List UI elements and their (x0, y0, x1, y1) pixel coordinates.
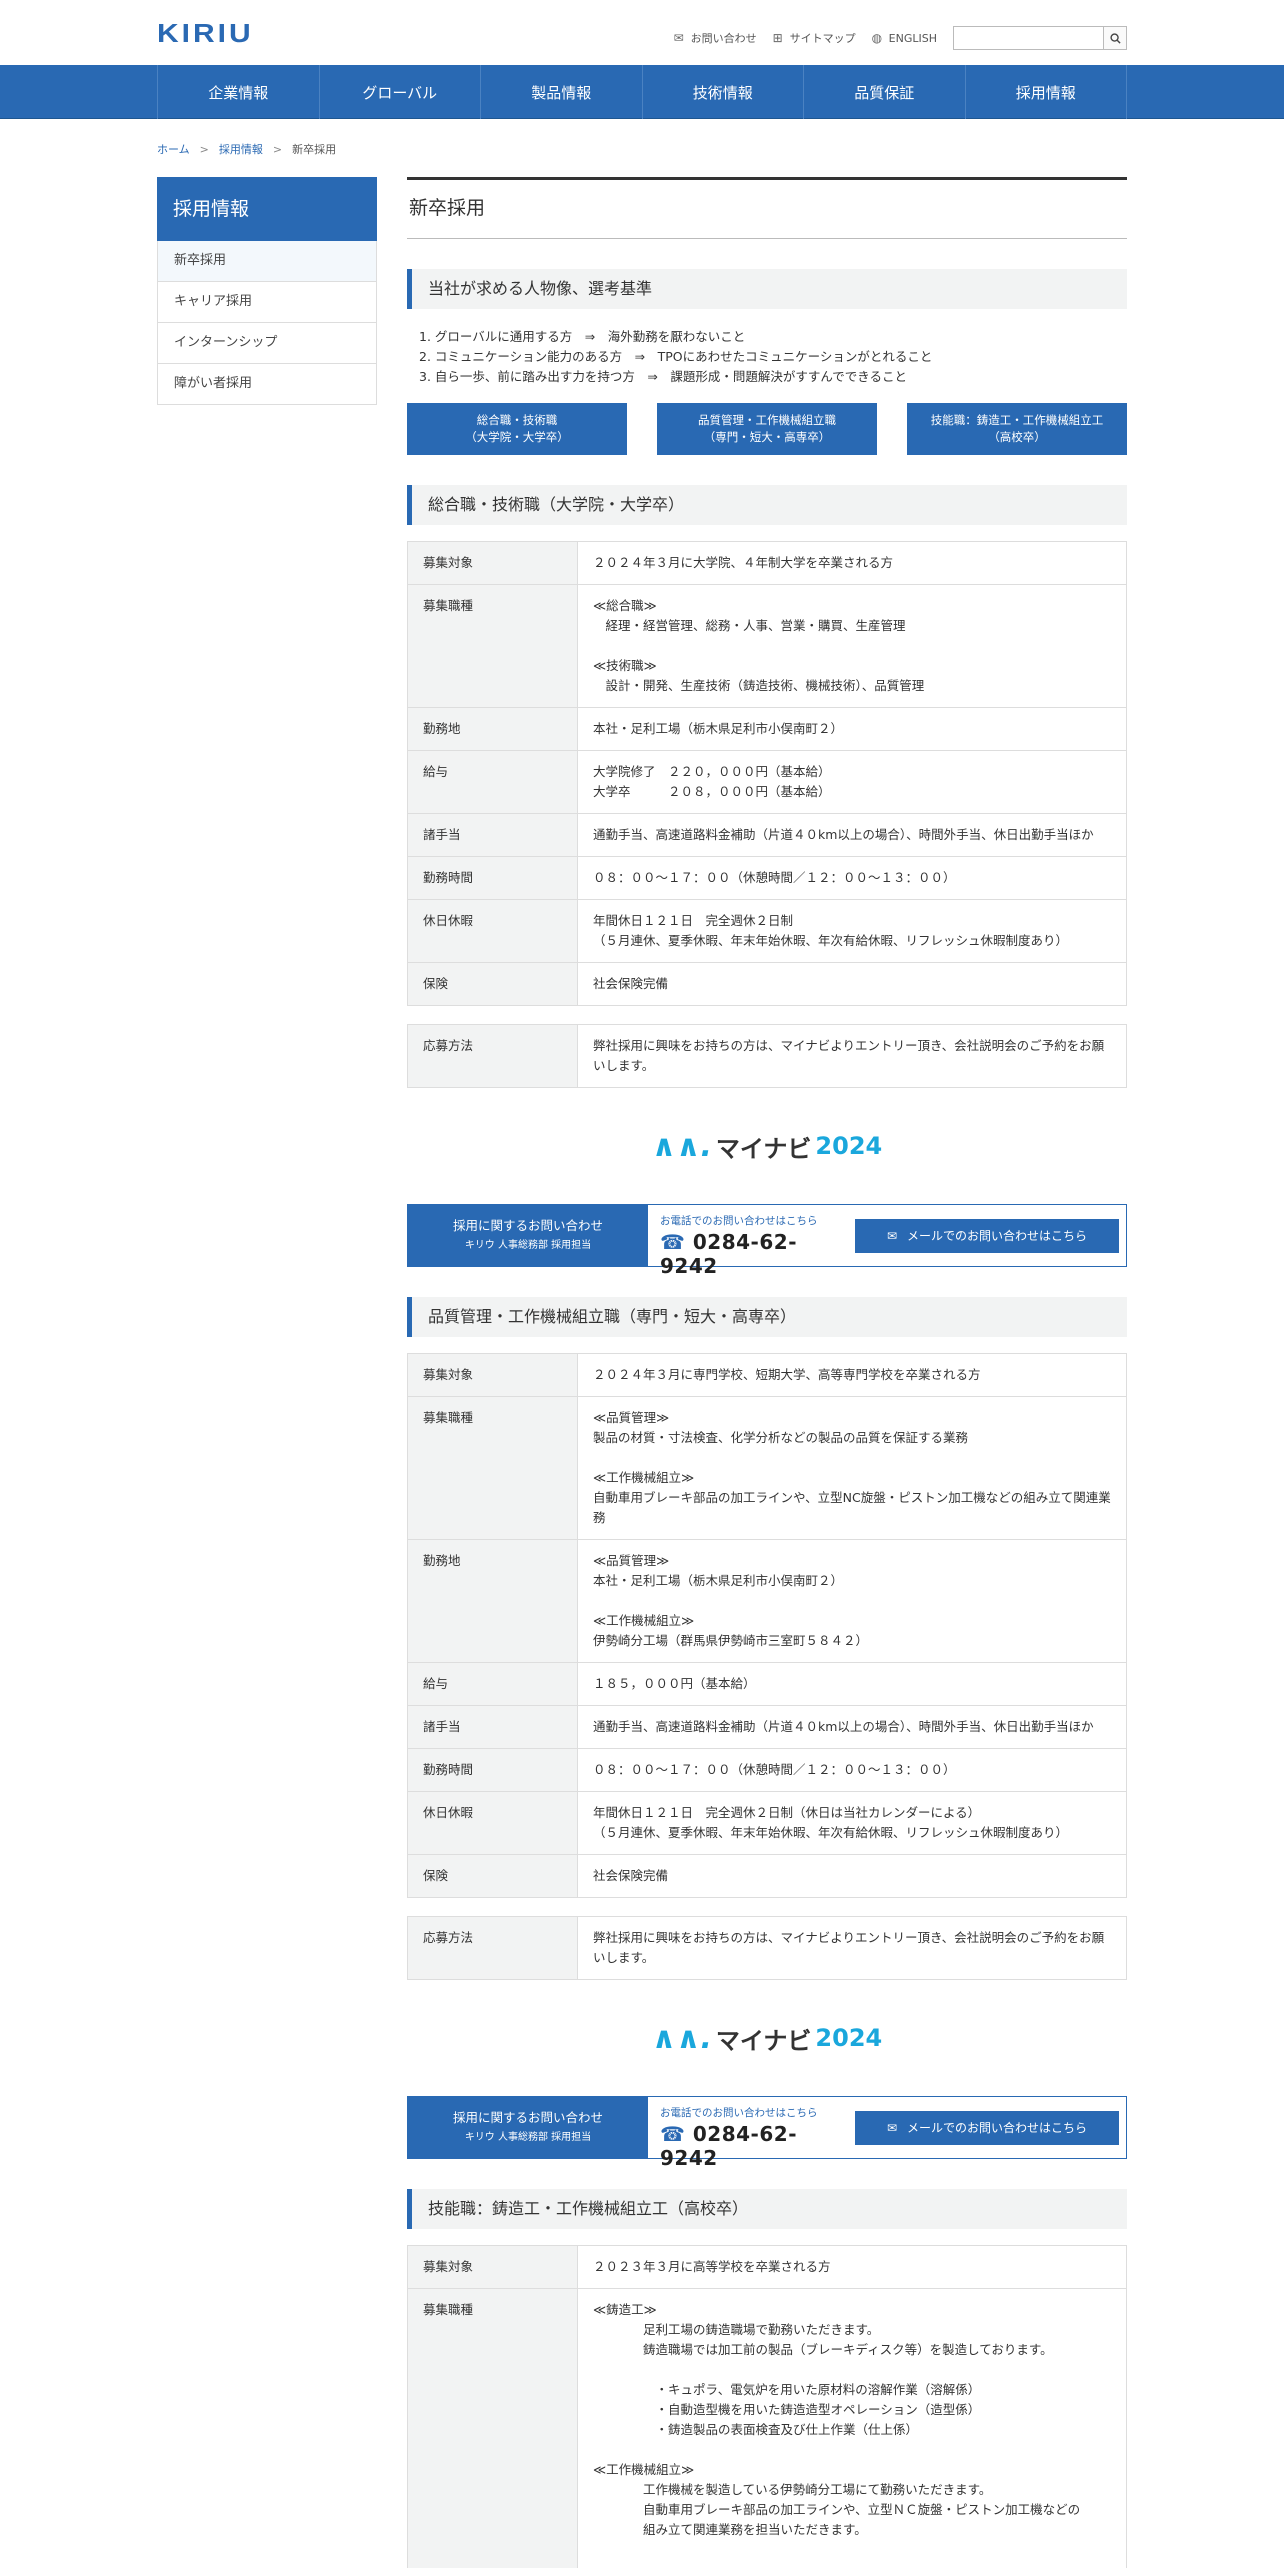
table-row: 応募方法 弊社採用に興味をお持ちの方は、マイナビよりエントリー頂き、会社説明会のご… (407, 1024, 1127, 1088)
utility-links: ✉ お問い合わせ ⊞ サイトマップ ◍ ENGLISH (674, 26, 1127, 50)
job-anchor-buttons: 総合職・技術職 （大学院・大学卒） 品質管理・工作機械組立職 （専門・短大・高専卒）… (407, 403, 1127, 455)
general-technical-button[interactable]: 総合職・技術職 （大学院・大学卒） (407, 403, 627, 455)
sitemap-icon: ⊞ (772, 30, 783, 45)
table-row: 募集職種 ≪総合職≫ 経理・経営管理、総務・人事、営業・購買、生産管理 ≪技術職≫… (407, 584, 1127, 708)
table-row: 勤務地 ≪品質管理≫ 本社・足利工場（栃木県足利市小俣南町２） ≪工作機械組立≫ … (407, 1539, 1127, 1663)
mynavi-logo-mark: ∧∧. (651, 2020, 712, 2056)
job-table-general: 募集対象 ２０２４年３月に大学院、４年制大学を卒業される方 募集職種 ≪総合職≫ 経… (407, 541, 1127, 1006)
search-icon (1109, 32, 1121, 44)
nav-recruit[interactable]: 採用情報 (966, 65, 1127, 119)
mail-icon: ✉ (673, 30, 684, 45)
recruit-contact-box: 採用に関するお問い合わせ キリウ 人事総務部 採用担当 お電話でのお問い合わせはこ… (407, 1204, 1127, 1278)
sidebar-item-new-graduate[interactable]: 新卒採用 (157, 241, 377, 282)
apply-table-general: 応募方法 弊社採用に興味をお持ちの方は、マイナビよりエントリー頂き、会社説明会のご… (407, 1024, 1127, 1088)
page-title: 新卒採用 (407, 177, 1127, 239)
mail-icon: ✉ (886, 2120, 898, 2135)
breadcrumb-home[interactable]: ホーム (157, 143, 190, 156)
sidebar-item-disability[interactable]: 障がい者採用 (157, 364, 377, 405)
phone-number[interactable]: ☎ 0284-62-9242 (660, 2122, 848, 2170)
table-row: 応募方法 弊社採用に興味をお持ちの方は、マイナビよりエントリー頂き、会社説明会のご… (407, 1916, 1127, 1980)
table-row: 保険 社会保険完備 (407, 1854, 1127, 1898)
table-row: 勤務地 本社・足利工場（栃木県足利市小俣南町２） (407, 707, 1127, 751)
contact-link[interactable]: ✉ お問い合わせ (674, 30, 757, 46)
phone-icon: ☎ (660, 1230, 686, 1254)
breadcrumb-recruit[interactable]: 採用情報 (219, 143, 263, 156)
nav-technology[interactable]: 技術情報 (643, 65, 804, 119)
table-row: 給与 大学院修了 ２２０，０００円（基本給） 大学卒 ２０８，０００円（基本給） (407, 750, 1127, 814)
phone-number[interactable]: ☎ 0284-62-9242 (660, 1230, 848, 1278)
job-table-skilled: 募集対象 ２０２３年３月に高等学校を卒業される方 募集職種 ≪鋳造工≫ 足利工場の鋳… (407, 2245, 1127, 2568)
table-row: 休日休暇 年間休日１２１日 完全週休２日制 （５月連休、夏季休暇、年末年始休暇、年… (407, 899, 1127, 963)
mynavi-logo-mark: ∧∧. (651, 1128, 712, 1164)
job-table-quality: 募集対象 ２０２４年３月に専門学校、短期大学、高等専門学校を卒業される方 募集職種… (407, 1353, 1127, 1898)
mail-contact-button[interactable]: ✉ メールでのお問い合わせはこちら (855, 1218, 1119, 1253)
table-row: 保険 社会保険完備 (407, 962, 1127, 1006)
table-row: 諸手当 通勤手当、高速道路料金補助（片道４０km以上の場合）、時間外手当、休日出勤… (407, 813, 1127, 857)
criteria-heading: 当社が求める人物像、選考基準 (407, 269, 1127, 309)
site-header: KIRIU ✉ お問い合わせ ⊞ サイトマップ ◍ ENGLISH (157, 0, 1127, 65)
section-heading-skilled: 技能職：鋳造工・工作機械組立工（高校卒） (407, 2189, 1127, 2229)
sidebar-item-internship[interactable]: インターンシップ (157, 323, 377, 364)
table-row: 募集対象 ２０２３年３月に高等学校を卒業される方 (407, 2245, 1127, 2289)
table-row: 募集対象 ２０２４年３月に大学院、４年制大学を卒業される方 (407, 541, 1127, 585)
main-content: 新卒採用 当社が求める人物像、選考基準 1. グローバルに通用する方 ⇒ 海外勤… (407, 177, 1127, 2568)
search-box (953, 26, 1127, 50)
list-item: 1. グローバルに通用する方 ⇒ 海外勤務を厭わないこと (419, 329, 746, 344)
skilled-worker-button[interactable]: 技能職：鋳造工・工作機械組立工 （高校卒） (907, 403, 1127, 455)
globe-icon: ◍ (871, 30, 883, 45)
mail-contact-button[interactable]: ✉ メールでのお問い合わせはこちら (855, 2110, 1119, 2145)
table-row: 給与 １８５，０００円（基本給） (407, 1662, 1127, 1706)
list-item: 3. 自ら一歩、前に踏み出す力を持つ方 ⇒ 課題形成・問題解決がすすんでできるこ… (419, 369, 907, 384)
sidebar-title: 採用情報 (157, 177, 377, 241)
table-row: 募集職種 ≪品質管理≫ 製品の材質・寸法検査、化学分析などの製品の品質を保証する業… (407, 1396, 1127, 1540)
section-heading-general: 総合職・技術職（大学院・大学卒） (407, 485, 1127, 525)
mynavi-banner[interactable]: ∧∧. マイナビ 2024 (407, 1088, 1127, 1204)
table-row: 勤務時間 ０８：００～１７：００（休憩時間／１２：００～１３：００） (407, 1748, 1127, 1792)
nav-global[interactable]: グローバル (320, 65, 481, 119)
section-heading-quality: 品質管理・工作機械組立職（専門・短大・高専卒） (407, 1297, 1127, 1337)
table-row: 休日休暇 年間休日１２１日 完全週休２日制（休日は当社カレンダーによる） （５月連… (407, 1791, 1127, 1855)
criteria-list: 1. グローバルに通用する方 ⇒ 海外勤務を厭わないこと 2. コミュニケーショ… (407, 327, 1127, 387)
breadcrumb: ホーム > 採用情報 > 新卒採用 (157, 143, 337, 156)
search-button[interactable] (1103, 26, 1127, 50)
breadcrumb-current: 新卒採用 (292, 143, 337, 156)
global-nav: 企業情報 グローバル 製品情報 技術情報 品質保証 採用情報 (0, 65, 1284, 119)
sitemap-link[interactable]: ⊞ サイトマップ (773, 30, 856, 46)
mail-icon: ✉ (886, 1228, 898, 1243)
quality-assembly-button[interactable]: 品質管理・工作機械組立職 （専門・短大・高専卒） (657, 403, 877, 455)
nav-quality[interactable]: 品質保証 (804, 65, 966, 119)
mynavi-banner[interactable]: ∧∧. マイナビ 2024 (407, 1980, 1127, 2096)
table-row: 勤務時間 ０８：００～１７：００（休憩時間／１２：００～１３：００） (407, 856, 1127, 900)
search-input[interactable] (953, 26, 1103, 50)
table-row: 諸手当 通勤手当、高速道路料金補助（片道４０km以上の場合）、時間外手当、休日出勤… (407, 1705, 1127, 1749)
nav-company[interactable]: 企業情報 (158, 65, 320, 119)
table-row: 募集職種 ≪鋳造工≫ 足利工場の鋳造職場で勤務いただきます。 鋳造職場では加工前の… (407, 2288, 1127, 2568)
apply-table-quality: 応募方法 弊社採用に興味をお持ちの方は、マイナビよりエントリー頂き、会社説明会のご… (407, 1916, 1127, 1980)
list-item: 2. コミュニケーション能力のある方 ⇒ TPOにあわせたコミュニケーションがと… (419, 349, 933, 364)
sidebar: 採用情報 新卒採用 キャリア採用 インターンシップ 障がい者採用 (157, 177, 377, 405)
sidebar-item-career[interactable]: キャリア採用 (157, 282, 377, 323)
phone-icon: ☎ (660, 2122, 686, 2146)
table-row: 募集対象 ２０２４年３月に専門学校、短期大学、高等専門学校を卒業される方 (407, 1353, 1127, 1397)
nav-products[interactable]: 製品情報 (481, 65, 643, 119)
english-link[interactable]: ◍ ENGLISH (871, 30, 937, 45)
recruit-contact-box: 採用に関するお問い合わせ キリウ 人事総務部 採用担当 お電話でのお問い合わせはこ… (407, 2096, 1127, 2170)
kiriu-logo[interactable]: KIRIU (157, 20, 254, 49)
